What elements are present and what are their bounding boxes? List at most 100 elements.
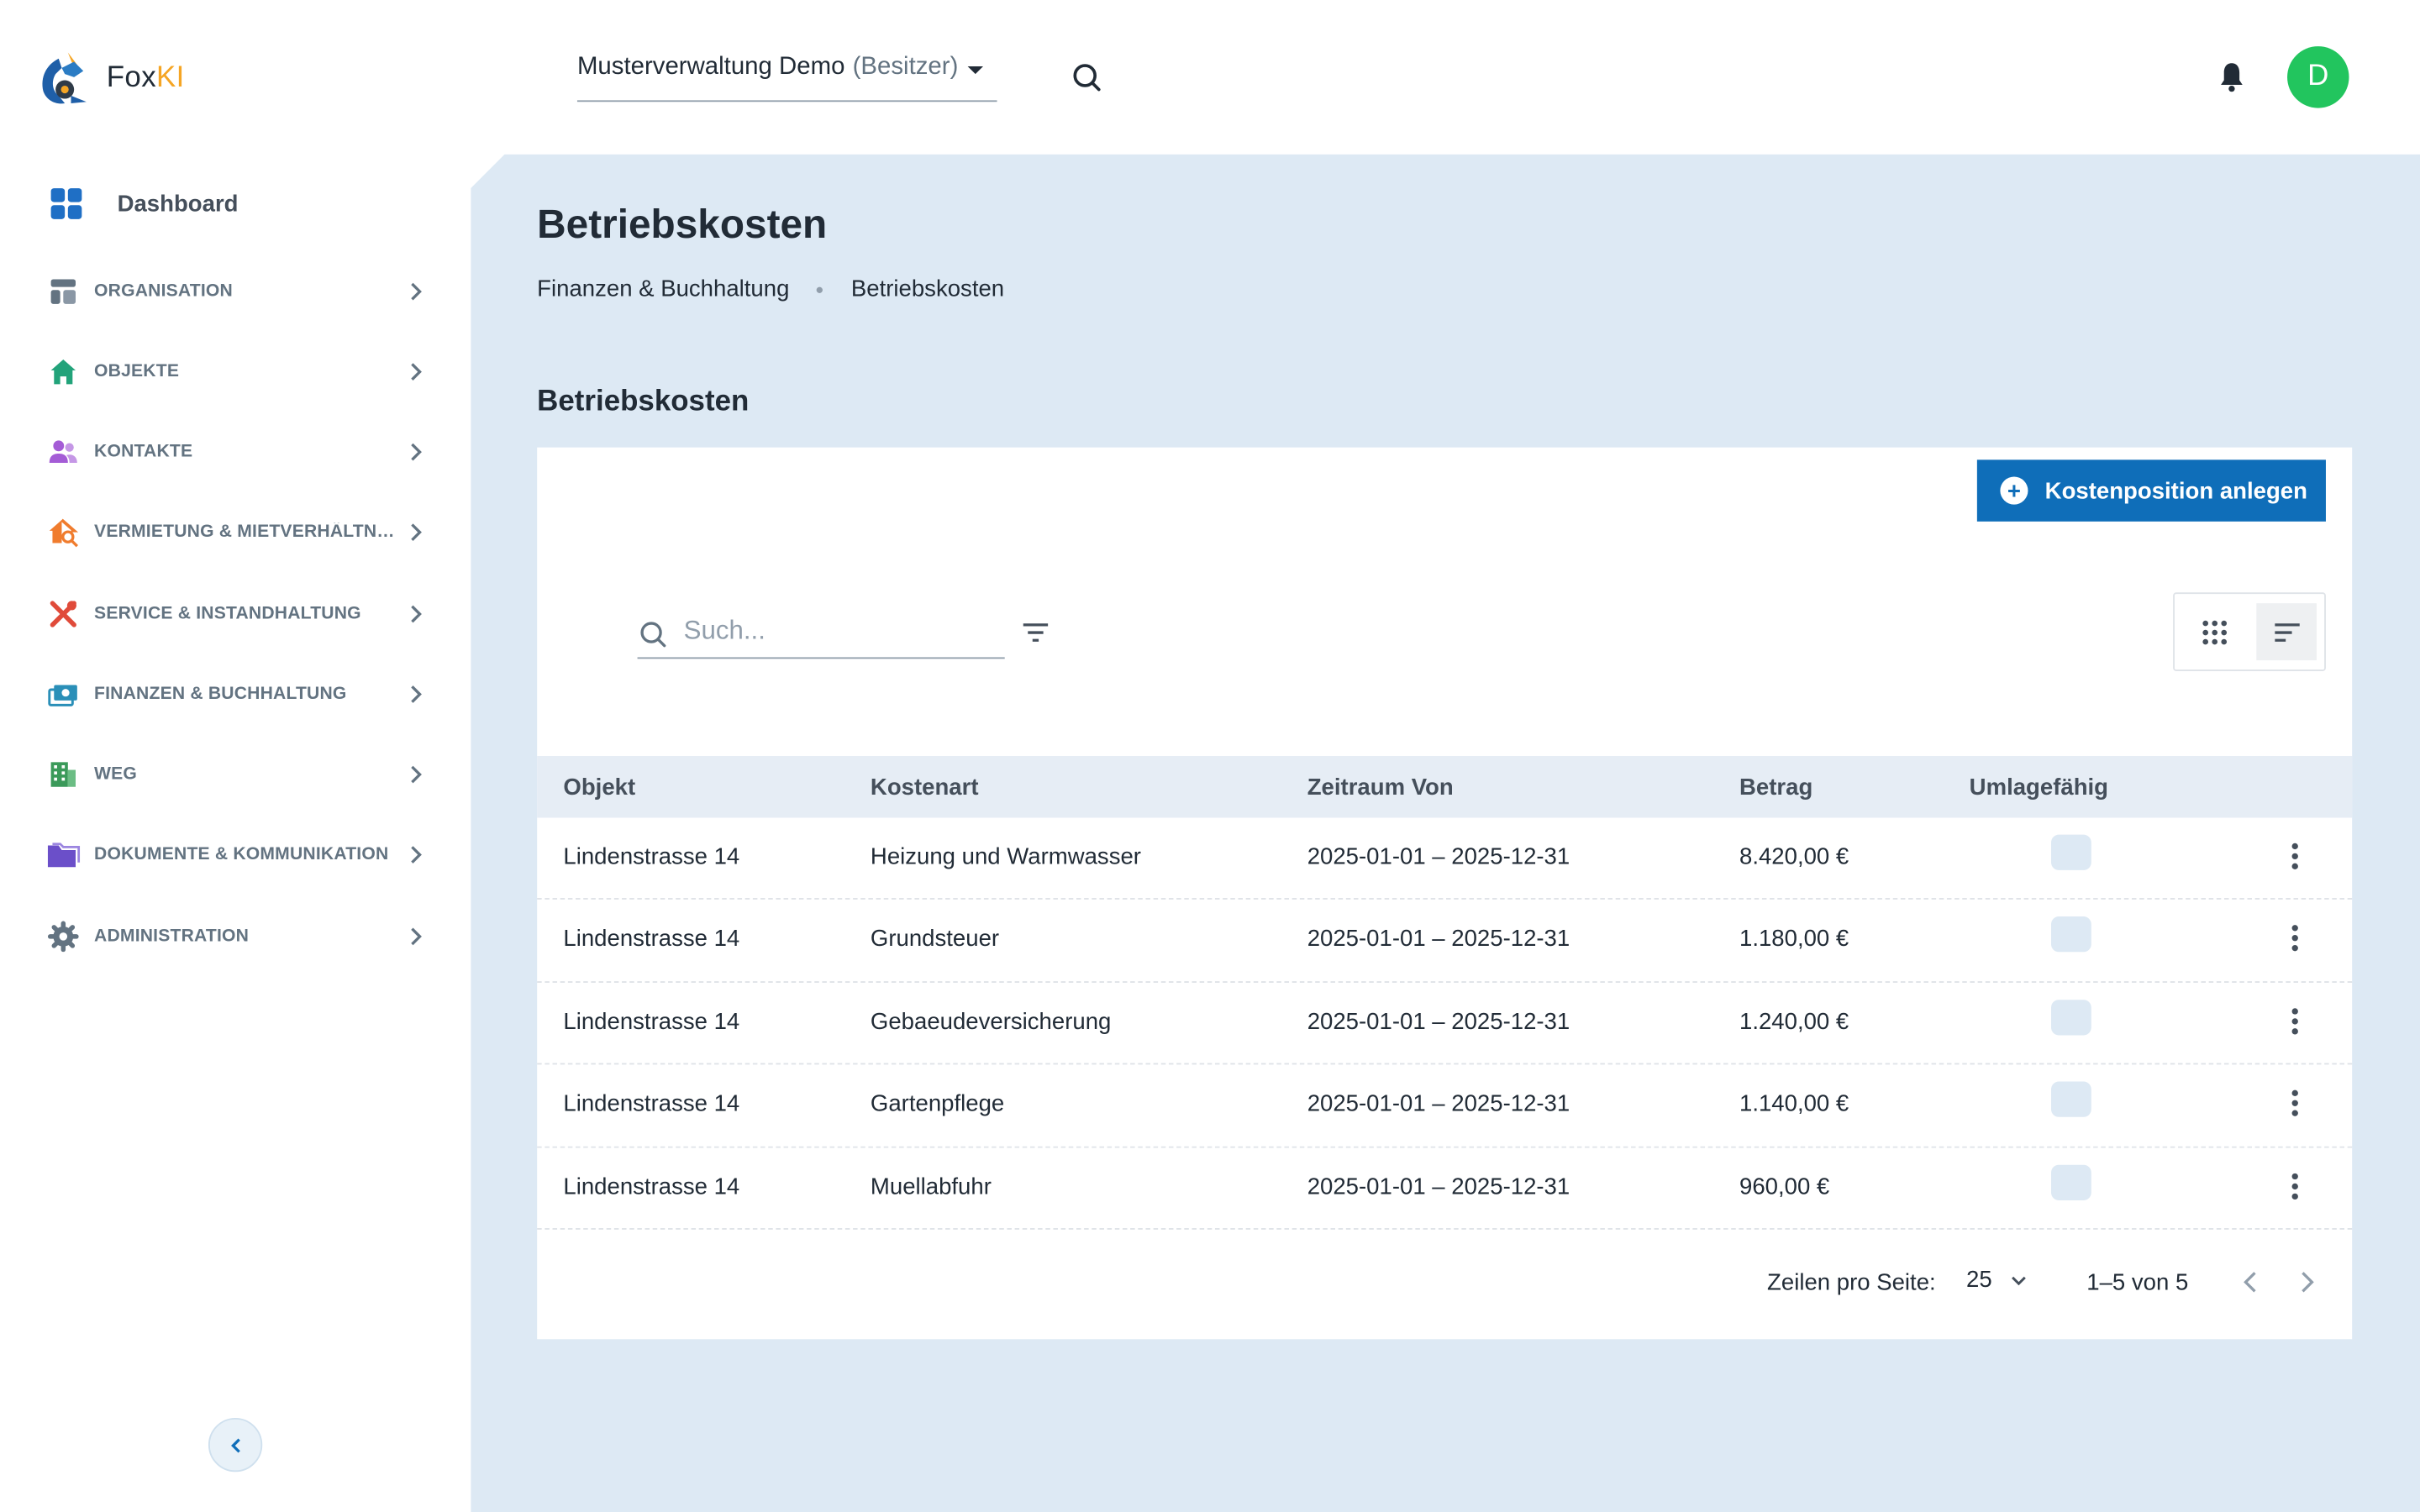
sidebar-item-label: DOKUMENTE & KOMMUNIKATION [94,845,389,864]
rows-per-page-label: Zeilen pro Seite: [1767,1269,1936,1296]
section-title: Betriebskosten [537,386,750,418]
table-row[interactable]: Lindenstrasse 14 Gebaeudeversicherung 20… [537,983,2353,1065]
sidebar-item-service[interactable]: SERVICE & INSTANDHALTUNG [46,596,432,633]
cell-betrag: 1.240,00 € [1739,1008,1849,1036]
list-view-button[interactable] [2256,603,2317,661]
app-logo[interactable]: FoxKI [37,50,185,108]
add-cost-position-button[interactable]: + Kostenposition anlegen [1976,459,2326,522]
cell-zeitraum: 2025-01-01 – 2025-12-31 [1307,1090,1570,1118]
chevron-right-icon [411,363,422,381]
search-placeholder: Such... [683,615,765,645]
table-header: Objekt Kostenart Zeitraum Von Betrag Uml… [537,756,2353,818]
cell-objekt: Lindenstrasse 14 [563,1173,740,1200]
row-actions-button[interactable] [2278,1086,2312,1120]
chevron-right-icon [411,443,422,461]
more-vertical-icon [2291,1007,2298,1035]
organization-select[interactable]: Musterverwaltung Demo (Besitzer) [576,46,997,102]
plus-circle-icon: + [2000,476,2028,505]
cell-objekt: Lindenstrasse 14 [563,926,740,953]
breadcrumb-link-finanzen[interactable]: Finanzen & Buchhaltung [537,276,789,302]
umlagefaehig-checkbox[interactable] [2051,999,2091,1036]
logo-text-accent: KI [156,61,185,95]
sidebar-item-label: OBJEKTE [94,362,180,381]
next-page-icon[interactable] [2292,1267,2323,1298]
sidebar-item-label: Dashboard [117,190,239,218]
column-header-objekt[interactable]: Objekt [563,774,635,801]
caret-down-icon [967,66,983,75]
sidebar-item-administration[interactable]: ADMINISTRATION [46,918,432,955]
table-row[interactable]: Lindenstrasse 14 Gartenpflege 2025-01-01… [537,1065,2353,1147]
rows-per-page-select[interactable]: 25 [1966,1267,2029,1293]
cell-betrag: 1.140,00 € [1739,1090,1849,1118]
table-row[interactable]: Lindenstrasse 14 Heizung und Warmwasser … [537,817,2353,900]
cell-betrag: 8.420,00 € [1739,843,1849,870]
sidebar-collapse-button[interactable] [208,1417,263,1473]
previous-page-icon[interactable] [2235,1267,2266,1298]
sidebar-item-organisation[interactable]: ORGANISATION [46,273,432,310]
sidebar-item-dashboard[interactable]: Dashboard [50,185,239,222]
chevron-right-icon [411,523,422,542]
page-title: Betriebskosten [537,200,828,247]
main-content: Betriebskosten Finanzen & Buchhaltung Be… [471,154,2420,1512]
chevron-right-icon [411,765,422,784]
chevron-right-icon [411,685,422,703]
sidebar-item-vermietung[interactable]: VERMIETUNG & MIETVERHÄLTNISSE [46,514,432,551]
cell-kostenart: Gebaeudeversicherung [870,1008,1112,1036]
chevron-right-icon [411,605,422,623]
cell-kostenart: Grundsteuer [870,926,1000,953]
sidebar-item-weg[interactable]: WEG [46,756,432,793]
cell-zeitraum: 2025-01-01 – 2025-12-31 [1307,1008,1570,1036]
chevron-right-icon [411,927,422,946]
column-header-zeitraum[interactable]: Zeitraum Von [1307,774,1454,801]
logo-text-main: Fox [106,61,157,95]
breadcrumb-separator [817,286,823,293]
chevron-right-icon [411,282,422,301]
cell-zeitraum: 2025-01-01 – 2025-12-31 [1307,926,1570,953]
row-actions-button[interactable] [2278,839,2312,873]
cell-zeitraum: 2025-01-01 – 2025-12-31 [1307,1173,1570,1200]
grid-view-button[interactable] [2184,603,2244,660]
search-icon[interactable] [1068,59,1105,96]
more-vertical-icon [2291,1173,2298,1200]
cell-zeitraum: 2025-01-01 – 2025-12-31 [1307,843,1570,870]
avatar[interactable]: D [2287,46,2349,108]
umlagefaehig-checkbox[interactable] [2051,1081,2091,1118]
umlagefaehig-checkbox[interactable] [2051,916,2091,953]
costs-table: Objekt Kostenart Zeitraum Von Betrag Uml… [537,756,2353,1230]
house-search-icon [49,518,79,548]
sidebar-item-objekte[interactable]: OBJEKTE [46,354,432,391]
org-role: (Besitzer) [852,54,959,81]
sidebar-item-dokumente[interactable]: DOKUMENTE & KOMMUNIKATION [46,837,432,874]
cell-kostenart: Heizung und Warmwasser [870,843,1141,870]
table-row[interactable]: Lindenstrasse 14 Muellabfuhr 2025-01-01 … [537,1147,2353,1230]
fox-logo-icon [42,52,87,104]
breadcrumb-current: Betriebskosten [850,276,1005,302]
column-header-umlagefaehig[interactable]: Umlagefähig [1970,774,2108,801]
cell-betrag: 1.180,00 € [1739,926,1849,953]
chevron-right-icon [411,846,422,864]
filter-icon[interactable] [1020,617,1051,648]
column-header-betrag[interactable]: Betrag [1739,774,1812,801]
table-row[interactable]: Lindenstrasse 14 Grundsteuer 2025-01-01 … [537,900,2353,983]
top-bar: FoxKI Musterverwaltung Demo (Besitzer) D [0,0,2420,155]
cell-kostenart: Muellabfuhr [870,1173,992,1200]
row-actions-button[interactable] [2278,1004,2312,1037]
sidebar-item-label: WEG [94,765,138,785]
column-header-kostenart[interactable]: Kostenart [871,774,979,801]
sidebar-item-finanzen[interactable]: FINANZEN & BUCHHALTUNG [46,675,432,712]
breadcrumb: Finanzen & Buchhaltung Betriebskosten [537,276,1004,302]
cell-kostenart: Gartenpflege [870,1090,1005,1118]
sidebar-item-label: SERVICE & INSTANDHALTUNG [94,605,361,624]
umlagefaehig-checkbox[interactable] [2051,834,2091,870]
dashboard-icon [50,188,82,219]
sidebar-item-label: ORGANISATION [94,282,233,302]
sidebar-item-kontakte[interactable]: KONTAKTE [46,433,432,470]
cell-objekt: Lindenstrasse 14 [563,843,740,870]
more-vertical-icon [2291,843,2298,869]
umlagefaehig-checkbox[interactable] [2051,1163,2091,1200]
row-actions-button[interactable] [2278,921,2312,955]
row-actions-button[interactable] [2278,1168,2312,1202]
rows-per-page-value: 25 [1966,1266,1992,1294]
search-input[interactable]: Such... [637,611,1005,659]
bell-icon[interactable] [2213,59,2250,96]
